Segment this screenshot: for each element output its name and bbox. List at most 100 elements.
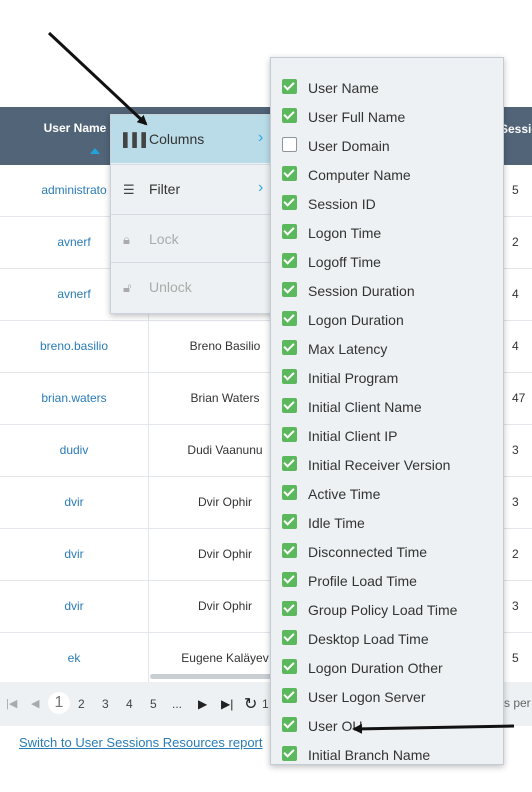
first-page-icon[interactable]: |◀ bbox=[6, 697, 17, 710]
column-option[interactable]: User Logon Server bbox=[271, 682, 503, 711]
column-option-label: Disconnected Time bbox=[308, 544, 428, 560]
filter-icon: ☰ bbox=[123, 182, 135, 197]
column-option-label: User Logon Server bbox=[308, 689, 426, 705]
column-option[interactable]: Initial Program bbox=[271, 363, 503, 392]
page-1-button[interactable]: 1 bbox=[48, 692, 70, 714]
checkbox-checked[interactable] bbox=[282, 572, 297, 587]
page-2-button[interactable]: 2 bbox=[78, 697, 85, 711]
checkbox-checked[interactable] bbox=[282, 456, 297, 471]
column-option[interactable]: Max Latency bbox=[271, 334, 503, 363]
chevron-right-icon: › bbox=[258, 129, 264, 146]
column-option-label: Idle Time bbox=[308, 515, 365, 531]
page-4-button[interactable]: 4 bbox=[126, 697, 133, 711]
column-option[interactable]: User Full Name bbox=[271, 102, 503, 131]
column-option[interactable]: Logon Duration bbox=[271, 305, 503, 334]
user-name-link[interactable]: dvir bbox=[0, 581, 149, 632]
column-option[interactable]: Desktop Load Time bbox=[271, 624, 503, 653]
column-option[interactable]: Profile Load Time bbox=[271, 566, 503, 595]
more-pages-button[interactable]: ... bbox=[172, 697, 182, 711]
column-option[interactable]: Computer Name bbox=[271, 160, 503, 189]
last-page-icon[interactable]: ▶| bbox=[221, 697, 233, 711]
checkbox-checked[interactable] bbox=[282, 282, 297, 297]
column-option-label: User Full Name bbox=[308, 109, 406, 125]
user-name-link[interactable]: breno.basilio bbox=[0, 321, 149, 372]
column-option-label: Max Latency bbox=[308, 341, 388, 357]
refresh-suffix: 1 bbox=[262, 697, 269, 711]
column-option-label: Active Time bbox=[308, 486, 381, 502]
checkbox-checked[interactable] bbox=[282, 224, 297, 239]
session-count-cell: 3 bbox=[512, 443, 519, 457]
page-5-button[interactable]: 5 bbox=[150, 697, 157, 711]
menu-item-label: Filter bbox=[149, 181, 181, 197]
column-option[interactable]: Session Duration bbox=[271, 276, 503, 305]
checkbox-unchecked[interactable] bbox=[282, 137, 297, 152]
column-option[interactable]: Logon Time bbox=[271, 218, 503, 247]
column-option-label: Logon Duration Other bbox=[308, 660, 443, 676]
column-option[interactable]: Group Policy Load Time bbox=[271, 595, 503, 624]
checkbox-checked[interactable] bbox=[282, 717, 297, 732]
menu-item-filter[interactable]: ☰ Filter › bbox=[111, 165, 276, 213]
column-option[interactable]: Session ID bbox=[271, 189, 503, 218]
user-name-link[interactable]: dvir bbox=[0, 477, 149, 528]
checkbox-checked[interactable] bbox=[282, 543, 297, 558]
column-option[interactable]: Initial Client IP bbox=[271, 421, 503, 450]
column-option-label: Session ID bbox=[308, 196, 376, 212]
switch-report-link[interactable]: Switch to User Sessions Resources report bbox=[19, 735, 262, 750]
prev-page-icon[interactable]: ◀ bbox=[31, 697, 39, 710]
session-count-cell: 3 bbox=[512, 495, 519, 509]
column-option[interactable]: User Domain bbox=[271, 131, 503, 160]
checkbox-checked[interactable] bbox=[282, 659, 297, 674]
checkbox-checked[interactable] bbox=[282, 79, 297, 94]
page-3-button[interactable]: 3 bbox=[102, 697, 109, 711]
menu-item-unlock[interactable]: 🔓︎ Unlock bbox=[111, 263, 276, 311]
menu-item-columns[interactable]: ▌▌▌ Columns › bbox=[111, 115, 276, 163]
checkbox-checked[interactable] bbox=[282, 630, 297, 645]
user-name-link[interactable]: dudiv bbox=[0, 425, 149, 476]
column-header-user-name[interactable]: User Name bbox=[30, 121, 120, 135]
column-option-label: Logoff Time bbox=[308, 254, 381, 270]
checkbox-checked[interactable] bbox=[282, 601, 297, 616]
session-count-cell: 5 bbox=[512, 183, 519, 197]
next-page-icon[interactable]: ▶ bbox=[198, 697, 207, 711]
user-name-link[interactable]: brian.waters bbox=[0, 373, 149, 424]
column-option-label: Logon Time bbox=[308, 225, 382, 241]
checkbox-checked[interactable] bbox=[282, 108, 297, 123]
column-option[interactable]: Logoff Time bbox=[271, 247, 503, 276]
checkbox-checked[interactable] bbox=[282, 514, 297, 529]
checkbox-checked[interactable] bbox=[282, 369, 297, 384]
checkbox-checked[interactable] bbox=[282, 398, 297, 413]
checkbox-checked[interactable] bbox=[282, 311, 297, 326]
checkbox-checked[interactable] bbox=[282, 485, 297, 500]
column-option[interactable]: Initial Client Name bbox=[271, 392, 503, 421]
horizontal-scrollbar[interactable] bbox=[150, 674, 280, 679]
column-option[interactable]: Active Time bbox=[271, 479, 503, 508]
column-option[interactable]: Initial Branch Name bbox=[271, 740, 503, 769]
column-option-label: User Domain bbox=[308, 138, 390, 154]
checkbox-checked[interactable] bbox=[282, 166, 297, 181]
menu-item-label: Columns bbox=[149, 131, 205, 147]
column-context-menu: ▌▌▌ Columns › ☰ Filter › 🔒︎ Lock 🔓︎ Unlo… bbox=[110, 114, 277, 314]
session-count-cell: 47 bbox=[512, 391, 526, 405]
column-option-label: Initial Client IP bbox=[308, 428, 398, 444]
checkbox-checked[interactable] bbox=[282, 427, 297, 442]
checkbox-checked[interactable] bbox=[282, 688, 297, 703]
column-option-label: Logon Duration bbox=[308, 312, 404, 328]
menu-item-lock[interactable]: 🔒︎ Lock bbox=[111, 215, 276, 263]
session-count-cell: 2 bbox=[512, 235, 519, 249]
column-option[interactable]: User Name bbox=[271, 73, 503, 102]
column-option-label: Initial Client Name bbox=[308, 399, 422, 415]
checkbox-checked[interactable] bbox=[282, 195, 297, 210]
checkbox-checked[interactable] bbox=[282, 253, 297, 268]
column-option[interactable]: Logon Duration Other bbox=[271, 653, 503, 682]
refresh-icon[interactable]: ↻ bbox=[244, 694, 257, 714]
column-option[interactable]: Initial Receiver Version bbox=[271, 450, 503, 479]
checkbox-checked[interactable] bbox=[282, 746, 297, 761]
column-option[interactable]: Idle Time bbox=[271, 508, 503, 537]
column-option[interactable]: Disconnected Time bbox=[271, 537, 503, 566]
column-option[interactable]: User OU bbox=[271, 711, 503, 740]
user-name-link[interactable]: dvir bbox=[0, 529, 149, 580]
checkbox-checked[interactable] bbox=[282, 340, 297, 355]
column-option-label: Profile Load Time bbox=[308, 573, 417, 589]
column-header-session[interactable]: Sessio bbox=[500, 122, 532, 136]
user-name-link[interactable]: ek bbox=[0, 633, 149, 684]
